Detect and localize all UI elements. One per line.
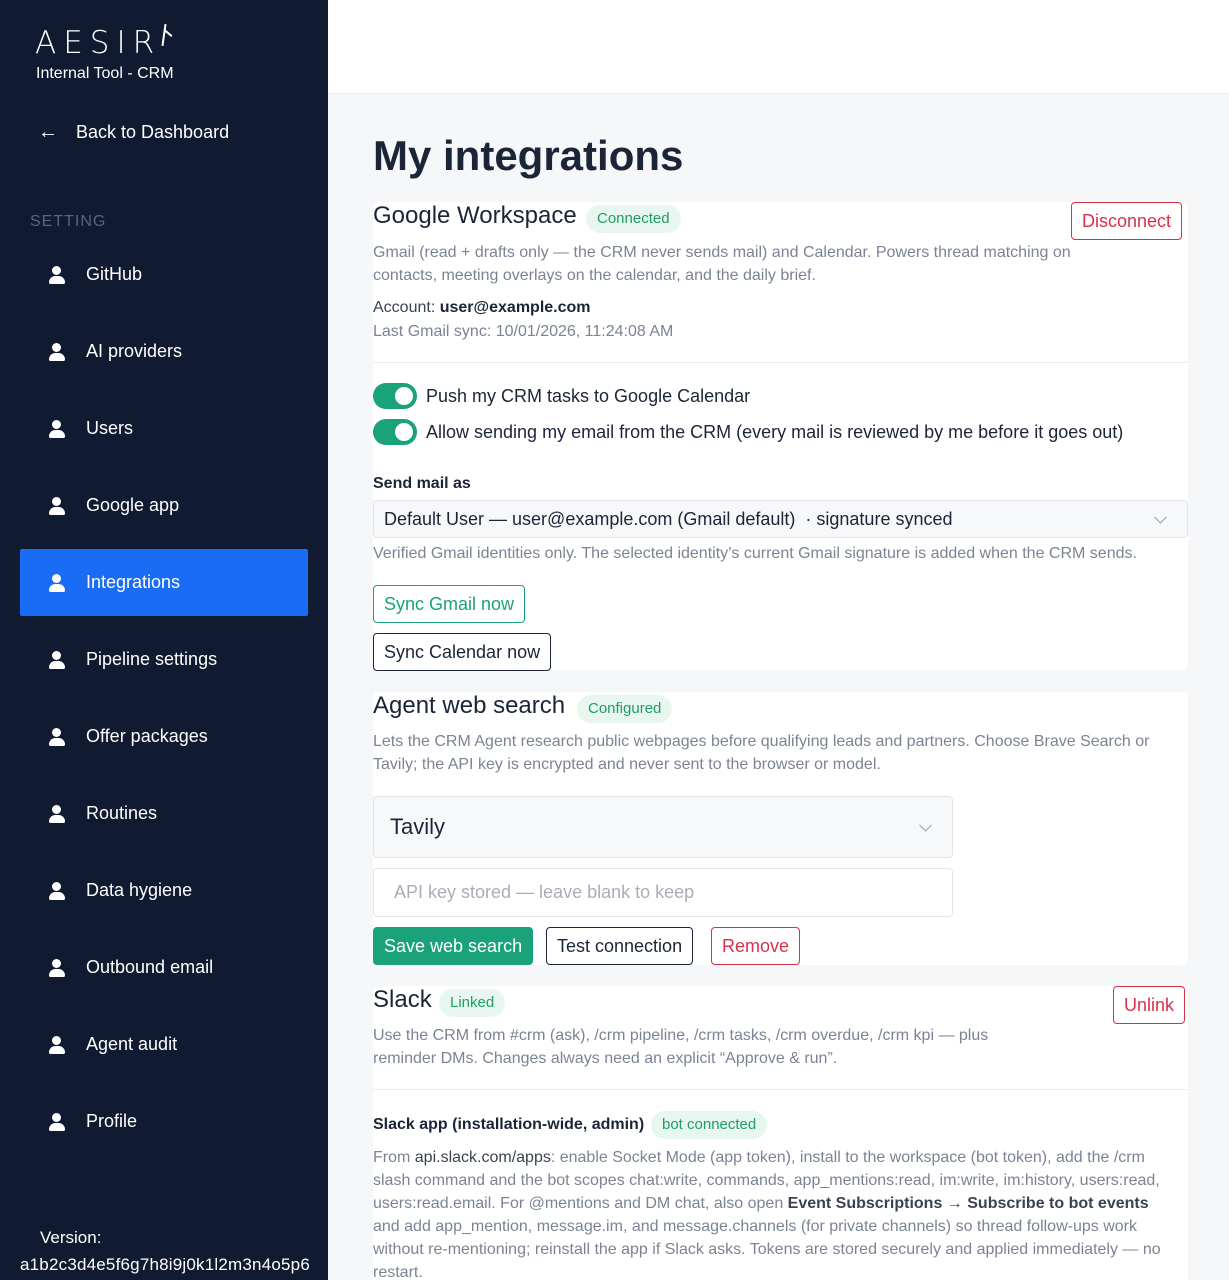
- api-key-input[interactable]: API key stored — leave blank to keep: [373, 868, 953, 917]
- sidebar-item-users[interactable]: Users: [20, 395, 308, 462]
- send-toggle-row: Allow sending my email from the CRM (eve…: [373, 419, 1123, 445]
- account-value: user@example.com: [439, 299, 591, 316]
- sidebar-item-label: Pipeline settings: [86, 649, 218, 669]
- person-icon: [48, 958, 66, 978]
- send-as-label: Send mail as: [373, 475, 471, 492]
- sidebar-item-label: Profile: [86, 1111, 138, 1131]
- sidebar-item-ai-providers[interactable]: AI providers: [20, 318, 308, 385]
- person-icon: [48, 265, 66, 285]
- sidebar: AESIR Internal Tool - CRM ← Back to Dash…: [0, 0, 328, 1280]
- chevron-down-icon: [1154, 510, 1167, 524]
- account-label: Account:: [373, 299, 436, 316]
- sidebar-item-profile[interactable]: Profile: [20, 1088, 308, 1155]
- sidebar-item-label: Outbound email: [86, 957, 214, 977]
- person-icon: [48, 342, 66, 362]
- slack-description: Use the CRM from #crm (ask), /crm pipeli…: [373, 1027, 989, 1067]
- web-search-description: Lets the CRM Agent research public webpa…: [373, 733, 1150, 773]
- person-icon: [48, 804, 66, 824]
- sidebar-item-label: Data hygiene: [86, 880, 193, 900]
- unlink-button[interactable]: Unlink: [1113, 986, 1186, 1024]
- back-to-dashboard-link[interactable]: ← Back to Dashboard: [38, 120, 229, 144]
- sidebar-item-outbound-email[interactable]: Outbound email: [20, 934, 308, 1001]
- slack-app-label: Slack app (installation-wide, admin): [373, 1116, 645, 1133]
- page-title: My integrations: [373, 132, 684, 179]
- tool-name: Internal Tool - CRM: [36, 65, 174, 82]
- last-sync: Last Gmail sync: 10/01/2026, 11:24:08 AM: [373, 323, 674, 340]
- logo-text: AESIR: [35, 25, 162, 61]
- sidebar-item-google-app[interactable]: Google app: [20, 472, 308, 539]
- disconnect-button[interactable]: Disconnect: [1071, 202, 1183, 240]
- logo-mark-icon: [157, 24, 171, 50]
- send-as-help: Verified Gmail identities only. The sele…: [373, 545, 1137, 562]
- status-badge: Connected: [586, 205, 681, 233]
- slack-api-link[interactable]: api.slack.com/apps: [415, 1149, 551, 1166]
- version-value: a1b2c3d4e5f6g7h8i9j0k1l2m3n4o5p6: [20, 1255, 310, 1274]
- person-icon: [48, 419, 66, 439]
- api-key-placeholder: API key stored — leave blank to keep: [394, 882, 695, 902]
- slack-app-description: From api.slack.com/apps: enable Socket M…: [373, 1146, 1178, 1280]
- divider: [373, 1089, 1188, 1090]
- divider: [373, 362, 1188, 363]
- person-icon: [48, 1112, 66, 1132]
- status-badge: Linked: [439, 989, 506, 1017]
- send-as-select[interactable]: Default User — user@example.com (Gmail d…: [373, 500, 1188, 538]
- sync-gmail-button[interactable]: Sync Gmail now: [373, 585, 526, 623]
- arrow-left-icon: ←: [38, 121, 58, 143]
- sidebar-item-label: Google app: [86, 495, 180, 515]
- main-content: My integrations Google Workspace Connect…: [328, 94, 1229, 1280]
- person-icon: [48, 650, 66, 670]
- sidebar-item-routines[interactable]: Routines: [20, 780, 308, 847]
- calendar-toggle-row: Push my CRM tasks to Google Calendar: [373, 383, 750, 409]
- sidebar-item-data-hygiene[interactable]: Data hygiene: [20, 857, 308, 924]
- person-icon: [48, 727, 66, 747]
- calendar-toggle-label: Push my CRM tasks to Google Calendar: [426, 385, 751, 406]
- desc-part: and add app_mention, message.im, and mes…: [373, 1218, 1161, 1280]
- sidebar-item-github[interactable]: GitHub: [20, 241, 308, 308]
- sync-calendar-button[interactable]: Sync Calendar now: [373, 633, 552, 671]
- desc-part: From: [373, 1149, 415, 1166]
- person-icon: [48, 573, 66, 593]
- send-email-toggle[interactable]: [373, 419, 417, 445]
- test-connection-button[interactable]: Test connection: [546, 927, 694, 965]
- sidebar-item-offer-packages[interactable]: Offer packages: [20, 703, 308, 770]
- send-as-value: Default User — user@example.com (Gmail d…: [384, 508, 953, 529]
- sidebar-item-integrations[interactable]: Integrations: [20, 549, 308, 616]
- back-label: Back to Dashboard: [76, 121, 230, 142]
- save-web-search-button[interactable]: Save web search: [373, 927, 534, 965]
- chevron-down-icon: [919, 818, 932, 832]
- provider-value: Tavily: [390, 814, 446, 839]
- settings-nav: GitHub AI providers Users Google app Int…: [20, 241, 308, 1165]
- google-workspace-description: Gmail (read + drafts only — the CRM neve…: [373, 244, 1071, 284]
- web-search-card: Agent web search Configured Lets the CRM…: [373, 692, 1188, 965]
- slack-title: Slack: [373, 986, 432, 1013]
- send-email-toggle-label: Allow sending my email from the CRM (eve…: [426, 421, 1124, 442]
- slack-card: Slack Linked Unlink Use the CRM from #cr…: [373, 986, 1188, 1280]
- sidebar-item-label: Integrations: [86, 572, 181, 592]
- calendar-toggle[interactable]: [373, 383, 417, 409]
- status-badge: bot connected: [651, 1111, 768, 1139]
- person-icon: [48, 881, 66, 901]
- account-line: Account: user@example.com: [373, 299, 591, 317]
- person-icon: [48, 496, 66, 516]
- logo: AESIR: [35, 22, 171, 64]
- person-icon: [48, 1035, 66, 1055]
- status-badge: Configured: [577, 695, 673, 723]
- sidebar-item-pipeline-settings[interactable]: Pipeline settings: [20, 626, 308, 693]
- sidebar-item-label: Users: [86, 418, 134, 438]
- remove-button[interactable]: Remove: [711, 927, 801, 965]
- version-label: Version:: [40, 1228, 102, 1247]
- google-workspace-card: Google Workspace Connected Disconnect Gm…: [373, 202, 1188, 671]
- sidebar-item-label: AI providers: [86, 341, 183, 361]
- section-label: SETTING: [30, 213, 107, 230]
- sidebar-item-agent-audit[interactable]: Agent audit: [20, 1011, 308, 1078]
- desc-bold: Event Subscriptions → Subscribe to bot e…: [787, 1195, 1149, 1212]
- google-workspace-title: Google Workspace: [373, 202, 577, 229]
- top-bar: [328, 0, 1229, 94]
- sidebar-item-label: GitHub: [86, 264, 143, 284]
- sidebar-item-label: Agent audit: [86, 1034, 178, 1054]
- sidebar-item-label: Offer packages: [86, 726, 208, 746]
- provider-select[interactable]: Tavily: [373, 796, 953, 858]
- web-search-title: Agent web search: [373, 692, 566, 719]
- sidebar-item-label: Routines: [86, 803, 158, 823]
